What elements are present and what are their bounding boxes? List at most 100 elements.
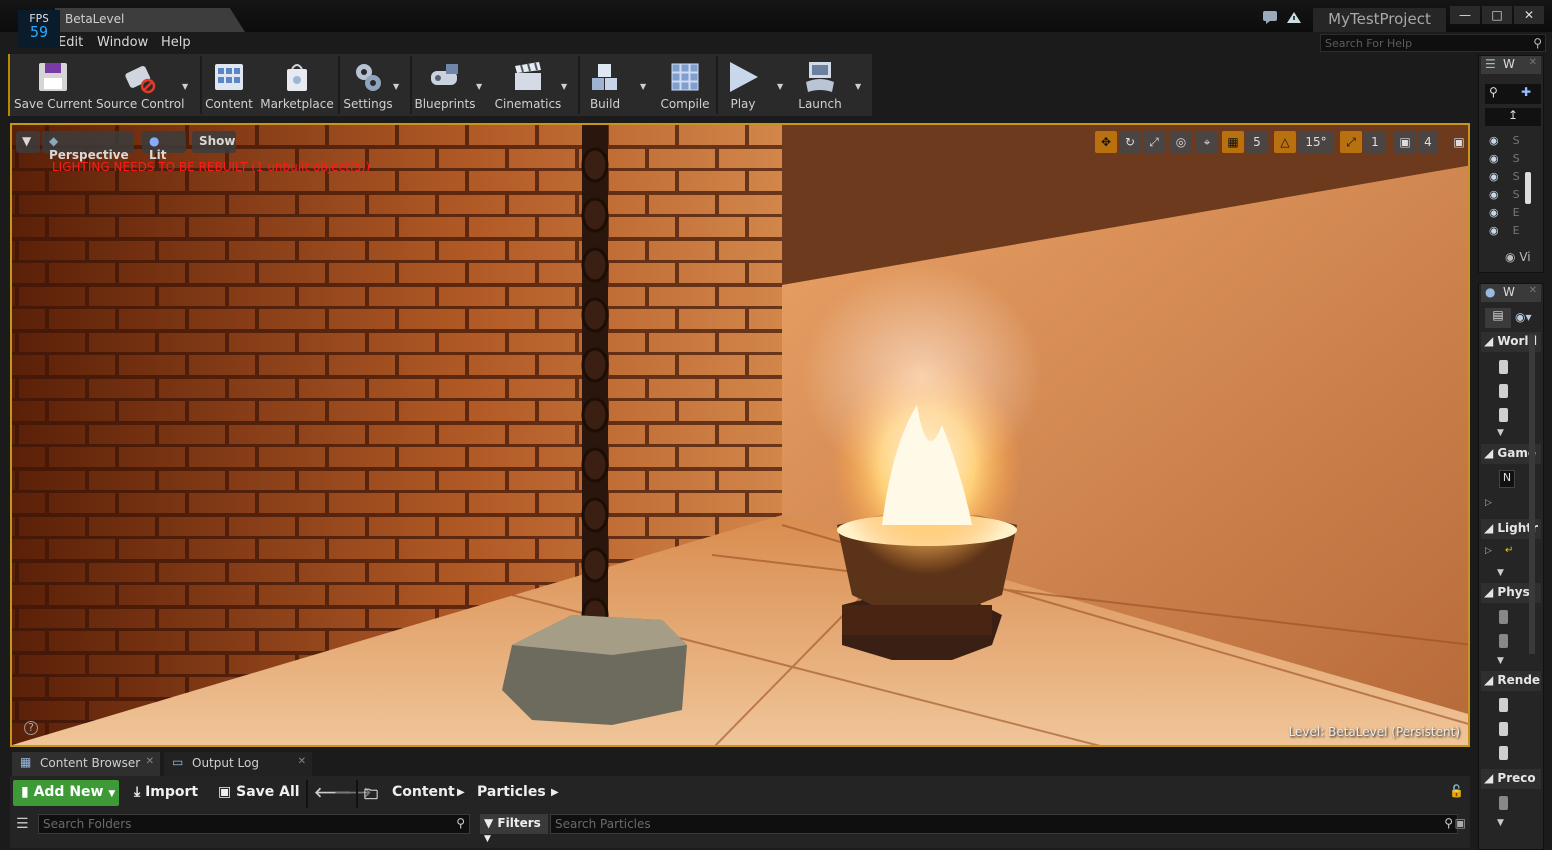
breadcrumb-chevron-icon[interactable]: ▶ bbox=[551, 787, 559, 798]
folder-icon[interactable]: 🗀 bbox=[364, 784, 378, 808]
visibility-eye-icon[interactable]: ◉ bbox=[1489, 206, 1499, 219]
chat-icon[interactable] bbox=[1262, 10, 1280, 25]
help-search-input[interactable]: Search For Help ⚲ bbox=[1320, 34, 1546, 52]
build-dropdown-icon[interactable]: ▼ bbox=[640, 82, 646, 91]
expand-more-icon[interactable]: ▼ bbox=[1497, 656, 1504, 666]
add-actor-icon[interactable]: ✚ bbox=[1521, 85, 1531, 99]
property-toggle[interactable] bbox=[1499, 360, 1508, 374]
property-toggle[interactable] bbox=[1499, 610, 1508, 624]
sort-column-header[interactable]: ↥ bbox=[1485, 108, 1541, 126]
visibility-eye-icon[interactable]: ◉ bbox=[1489, 152, 1499, 165]
breadcrumb-content[interactable]: Content bbox=[392, 784, 455, 800]
property-matrix-icon[interactable]: ▤ bbox=[1485, 308, 1511, 328]
property-toggle[interactable] bbox=[1499, 722, 1508, 736]
grid-snap-value[interactable]: 5 bbox=[1246, 131, 1268, 153]
help-icon[interactable]: ? bbox=[24, 721, 38, 735]
level-viewport[interactable]: ▼ ◆ Perspective ● Lit Show LIGHTING NEED… bbox=[10, 123, 1470, 747]
lock-icon[interactable]: 🔓 bbox=[1449, 784, 1464, 798]
camera-speed-icon[interactable]: ▣ bbox=[1394, 131, 1416, 153]
launch-button[interactable]: Launch bbox=[794, 56, 846, 114]
outliner-row[interactable]: ◉ E bbox=[1489, 206, 1520, 222]
outliner-row[interactable]: ◉ E bbox=[1489, 224, 1520, 240]
content-button[interactable]: Content bbox=[204, 56, 254, 114]
outliner-row[interactable]: ◉ S bbox=[1489, 134, 1520, 150]
expand-more-icon[interactable]: ▼ bbox=[1497, 428, 1504, 438]
search-assets-input[interactable]: Search Particles ⚲ bbox=[550, 814, 1458, 834]
search-folders-input[interactable]: Search Folders ⚲ bbox=[38, 814, 470, 834]
expand-more-icon[interactable]: ▼ bbox=[1497, 568, 1504, 578]
rotation-snap-value[interactable]: 15° bbox=[1298, 131, 1334, 153]
breadcrumb-particles[interactable]: Particles bbox=[477, 784, 546, 800]
close-icon[interactable]: ✕ bbox=[146, 756, 154, 767]
maximize-button[interactable]: □ bbox=[1482, 6, 1512, 24]
tab-content-browser[interactable]: ▦ Content Browser ✕ bbox=[12, 752, 160, 776]
compile-button[interactable]: Compile bbox=[658, 56, 712, 114]
save-current-button[interactable]: Save Current bbox=[14, 56, 92, 114]
close-icon[interactable]: ✕ bbox=[1529, 57, 1537, 68]
property-toggle[interactable] bbox=[1499, 746, 1508, 760]
property-toggle[interactable] bbox=[1499, 384, 1508, 398]
outliner-scrollbar[interactable] bbox=[1525, 172, 1531, 204]
save-all-button[interactable]: ▣ Save All bbox=[218, 784, 300, 800]
show-button[interactable]: Show bbox=[192, 131, 236, 153]
minimize-button[interactable]: — bbox=[1450, 6, 1480, 24]
menu-edit[interactable]: Edit bbox=[58, 35, 83, 50]
breadcrumb-chevron-icon[interactable]: ▶ bbox=[457, 787, 465, 798]
scale-snap-value[interactable]: 1 bbox=[1364, 131, 1386, 153]
source-control-dropdown-icon[interactable]: ▼ bbox=[182, 82, 188, 91]
tab-output-log[interactable]: ▭ Output Log ✕ bbox=[164, 752, 312, 776]
category-rendering[interactable]: ◢ Rende bbox=[1481, 671, 1541, 691]
save-search-icon[interactable]: ▣ bbox=[1455, 816, 1466, 830]
world-settings-tab[interactable]: ● W ✕ bbox=[1481, 284, 1541, 302]
eye-dropdown-icon[interactable]: ◉▾ bbox=[1515, 310, 1532, 324]
sources-panel-toggle-icon[interactable]: ☰ bbox=[16, 816, 29, 832]
rotation-snap-icon[interactable]: △ bbox=[1274, 131, 1296, 153]
outliner-row[interactable]: ◉ S bbox=[1489, 188, 1520, 204]
game-mode-field[interactable]: N bbox=[1499, 470, 1515, 488]
lit-button[interactable]: ● Lit bbox=[142, 131, 186, 162]
outliner-row[interactable]: ◉ S bbox=[1489, 170, 1520, 186]
property-toggle[interactable] bbox=[1499, 634, 1508, 648]
add-new-button[interactable]: ▮ Add New ▼ bbox=[13, 780, 119, 806]
cinematics-dropdown-icon[interactable]: ▼ bbox=[561, 82, 567, 91]
property-toggle[interactable] bbox=[1499, 698, 1508, 712]
viewport-options-button[interactable]: ▼ bbox=[16, 131, 40, 153]
visibility-eye-icon[interactable]: ◉ bbox=[1489, 224, 1499, 237]
expand-arrow-icon[interactable]: ▷ bbox=[1485, 546, 1492, 556]
level-tab[interactable]: BetaLevel bbox=[55, 8, 245, 32]
settings-dropdown-icon[interactable]: ▼ bbox=[393, 82, 399, 91]
blueprints-button[interactable]: Blueprints bbox=[414, 56, 476, 114]
property-toggle[interactable] bbox=[1499, 796, 1508, 810]
outliner-row[interactable]: ◉ S bbox=[1489, 152, 1520, 168]
notification-icon[interactable] bbox=[1285, 10, 1303, 25]
scale-snap-icon[interactable]: ⤢ bbox=[1340, 131, 1362, 153]
build-button[interactable]: Build bbox=[582, 56, 628, 114]
camera-speed-value[interactable]: 4 bbox=[1418, 131, 1438, 153]
menu-help[interactable]: Help bbox=[161, 35, 191, 50]
filters-button[interactable]: ▼ Filters ▼ bbox=[480, 814, 548, 844]
visibility-eye-icon[interactable]: ◉ bbox=[1489, 170, 1499, 183]
launch-dropdown-icon[interactable]: ▼ bbox=[855, 82, 861, 91]
property-toggle[interactable] bbox=[1499, 408, 1508, 422]
details-scrollbar[interactable] bbox=[1529, 334, 1535, 654]
translate-tool-icon[interactable]: ✥ bbox=[1095, 131, 1117, 153]
grid-snap-icon[interactable]: ▦ bbox=[1222, 131, 1244, 153]
play-button[interactable]: Play bbox=[720, 56, 766, 114]
rotate-tool-icon[interactable]: ↻ bbox=[1119, 131, 1141, 153]
category-precomputed[interactable]: ◢ Preco bbox=[1481, 769, 1541, 789]
cinematics-button[interactable]: Cinematics bbox=[494, 56, 562, 114]
expand-more-icon[interactable]: ▼ bbox=[1497, 818, 1504, 828]
close-icon[interactable]: ✕ bbox=[298, 756, 306, 767]
surface-snap-icon[interactable]: ⌖ bbox=[1196, 131, 1218, 153]
maximize-viewport-icon[interactable]: ▣ bbox=[1452, 131, 1466, 153]
blueprints-dropdown-icon[interactable]: ▼ bbox=[476, 82, 482, 91]
play-dropdown-icon[interactable]: ▼ bbox=[777, 82, 783, 91]
close-button[interactable]: ✕ bbox=[1514, 6, 1544, 24]
visibility-eye-icon[interactable]: ◉ bbox=[1489, 134, 1499, 147]
source-control-button[interactable]: Source Control bbox=[96, 56, 184, 114]
world-local-icon[interactable]: ◎ bbox=[1170, 131, 1192, 153]
menu-window[interactable]: Window bbox=[97, 35, 148, 50]
import-button[interactable]: ⤓ Import bbox=[134, 784, 198, 800]
marketplace-button[interactable]: Marketplace bbox=[260, 56, 334, 114]
world-outliner-tab[interactable]: ☰ W ✕ bbox=[1481, 56, 1541, 74]
